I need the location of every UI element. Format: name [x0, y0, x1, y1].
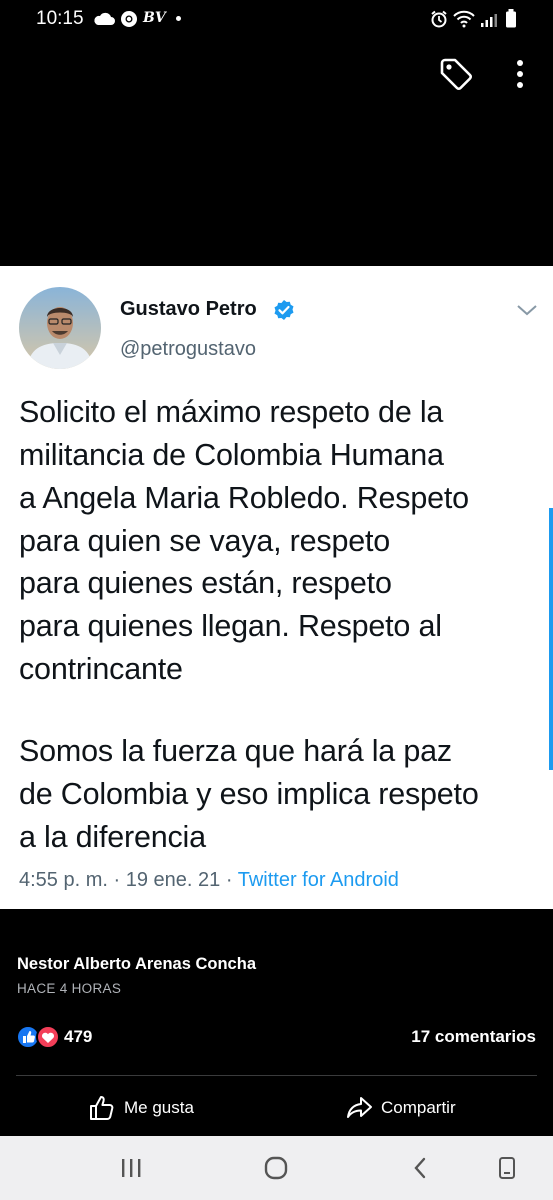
recent-apps-button[interactable]	[111, 1150, 151, 1186]
tweet-text-line: contrincante	[19, 652, 183, 686]
scroll-indicator[interactable]	[549, 508, 553, 770]
verified-badge-icon	[274, 300, 294, 320]
tweet-time: 4:55 p. m.	[19, 869, 108, 891]
tweet-text-line: a Angela Maria Robledo. Respeto	[19, 481, 469, 515]
bv-icon: BV	[143, 10, 166, 26]
tweet-source-link[interactable]: Twitter for Android	[238, 869, 399, 891]
tweet-text-line: militancia de Colombia Humana	[19, 438, 444, 472]
poster-name[interactable]: Nestor Alberto Arenas Concha	[17, 955, 256, 974]
thumbs-up-icon	[90, 1096, 114, 1120]
home-button[interactable]	[256, 1150, 296, 1186]
share-button[interactable]: Compartir	[345, 1090, 456, 1126]
author-name: Gustavo Petro	[120, 298, 257, 320]
battery-icon	[506, 9, 516, 28]
dot-icon	[176, 16, 181, 21]
back-button[interactable]	[400, 1150, 440, 1186]
home-icon	[264, 1156, 288, 1180]
tweet-text-line: para quien se vaya, respeto	[19, 524, 391, 558]
divider	[16, 1075, 537, 1076]
tweet-date: 19 ene. 21	[125, 869, 221, 891]
tweet-text-line: Somos la fuerza que hará la paz	[19, 734, 452, 768]
rotate-screen-button[interactable]	[487, 1150, 527, 1186]
meta-separator: ·	[113, 869, 121, 891]
reaction-count[interactable]: 479	[64, 1027, 92, 1047]
avatar	[19, 287, 101, 369]
alarm-icon	[431, 10, 447, 28]
like-label: Me gusta	[124, 1098, 194, 1117]
more-vertical-icon[interactable]	[505, 56, 535, 92]
tweet-text-line: para quienes están, respeto	[19, 566, 392, 600]
tweet-text-line: Solicito el máximo respeto de la	[19, 395, 444, 429]
author-handle: @petrogustavo	[120, 338, 256, 360]
meta-separator: ·	[225, 869, 233, 891]
tweet-text-line: para quienes llegan. Respeto al	[19, 609, 442, 643]
tweet-text-line: a la diferencia	[19, 820, 206, 854]
post-time: HACE 4 HORAS	[17, 981, 122, 996]
share-arrow-icon	[347, 1097, 372, 1118]
chrome-icon	[121, 11, 137, 27]
like-button[interactable]: Me gusta	[88, 1090, 194, 1126]
cloud-icon	[94, 12, 115, 25]
status-time: 10:15	[36, 8, 84, 29]
share-label: Compartir	[381, 1098, 456, 1117]
comments-count[interactable]: 17 comentarios	[411, 1027, 536, 1047]
signal-icon	[481, 14, 497, 27]
tag-icon[interactable]	[438, 56, 474, 92]
rotate-icon	[499, 1157, 515, 1179]
recent-apps-icon	[122, 1159, 141, 1177]
wifi-icon	[453, 10, 475, 28]
tweet-text-line: de Colombia y eso implica respeto	[19, 777, 479, 811]
reaction-icons[interactable]	[16, 1025, 64, 1049]
chevron-down-icon[interactable]	[512, 300, 542, 320]
tweet-meta: 4:55 p. m. · 19 ene. 21 · Twitter for An…	[19, 869, 399, 892]
back-icon	[414, 1157, 426, 1179]
